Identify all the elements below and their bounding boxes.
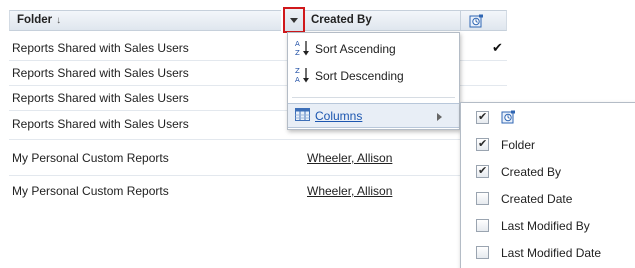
row-folder-cell: Reports Shared with Sales Users bbox=[12, 117, 189, 131]
sort-ascending-label: Sort Ascending bbox=[315, 42, 396, 56]
column-checkbox[interactable] bbox=[476, 110, 489, 124]
row-created-by-link[interactable]: Wheeler, Allison bbox=[307, 184, 392, 198]
row-folder-cell: Reports Shared with Sales Users bbox=[12, 41, 189, 55]
row-folder-cell: My Personal Custom Reports bbox=[12, 184, 169, 198]
table-row[interactable]: My Personal Custom Reports Wheeler, Alli… bbox=[9, 140, 507, 176]
row-folder-cell: Reports Shared with Sales Users bbox=[12, 66, 189, 80]
row-created-by-link[interactable]: Wheeler, Allison bbox=[307, 151, 392, 165]
column-header-created-by-label: Created By bbox=[311, 14, 372, 26]
column-toggle-label: Folder bbox=[501, 138, 536, 152]
chevron-right-icon bbox=[437, 113, 442, 121]
sort-descending-menu-item[interactable]: Z A Sort Descending bbox=[288, 63, 459, 89]
column-header-created-by[interactable]: Created By bbox=[284, 10, 460, 31]
svg-text:A: A bbox=[295, 40, 300, 48]
row-folder-cell: Reports Shared with Sales Users bbox=[12, 91, 189, 105]
column-toggle-label: Created By bbox=[501, 165, 562, 179]
chevron-down-icon bbox=[290, 18, 298, 23]
column-toggle-created-date[interactable]: Created Date bbox=[461, 186, 635, 212]
column-header-folder[interactable]: Folder ↓ bbox=[9, 10, 281, 31]
column-toggle-label: Last Modified By bbox=[501, 219, 590, 233]
columns-icon bbox=[295, 108, 311, 126]
column-toggle-label: Last Modified Date bbox=[501, 246, 602, 260]
report-type-icon bbox=[469, 14, 484, 31]
menu-divider bbox=[292, 97, 455, 98]
svg-text:Z: Z bbox=[295, 49, 300, 57]
row-folder-cell: My Personal Custom Reports bbox=[12, 151, 169, 165]
column-header-folder-label: Folder ↓ bbox=[17, 14, 61, 26]
sort-descending-icon: Z A bbox=[295, 66, 311, 84]
columns-label: Columns bbox=[315, 109, 363, 123]
svg-text:Z: Z bbox=[295, 67, 300, 75]
column-toggle-label: Created Date bbox=[501, 192, 573, 206]
sort-indicator-icon: ↓ bbox=[56, 15, 62, 26]
column-checkbox[interactable] bbox=[476, 137, 489, 151]
folder-header-text: Folder bbox=[17, 14, 53, 26]
sort-ascending-menu-item[interactable]: A Z Sort Ascending bbox=[288, 36, 459, 62]
column-checkbox[interactable] bbox=[476, 219, 489, 232]
column-toggle-report-type[interactable] bbox=[461, 105, 635, 131]
checkmark-icon: ✔ bbox=[492, 40, 503, 55]
column-toggle-last-modified-by[interactable]: Last Modified By bbox=[461, 213, 635, 239]
report-type-icon bbox=[501, 110, 516, 127]
column-menu-button[interactable] bbox=[283, 7, 305, 33]
column-checkbox[interactable] bbox=[476, 164, 489, 178]
column-toggle-last-modified-date[interactable]: Last Modified Date bbox=[461, 240, 635, 266]
column-checkbox[interactable] bbox=[476, 246, 489, 259]
table-row[interactable]: My Personal Custom Reports Wheeler, Alli… bbox=[9, 176, 507, 206]
columns-menu-item[interactable]: Columns bbox=[288, 103, 459, 128]
sort-descending-label: Sort Descending bbox=[315, 69, 404, 83]
column-toggle-folder[interactable]: Folder bbox=[461, 132, 635, 158]
column-toggle-created-by[interactable]: Created By bbox=[461, 159, 635, 185]
column-checkbox[interactable] bbox=[476, 192, 489, 205]
svg-text:A: A bbox=[295, 76, 300, 84]
columns-submenu: Folder Created By Created Date Last Modi… bbox=[460, 102, 635, 268]
sort-ascending-icon: A Z bbox=[295, 39, 311, 57]
column-context-menu: A Z Sort Ascending Z A Sort Descending C… bbox=[287, 32, 460, 130]
column-header-report-type[interactable] bbox=[460, 10, 507, 31]
